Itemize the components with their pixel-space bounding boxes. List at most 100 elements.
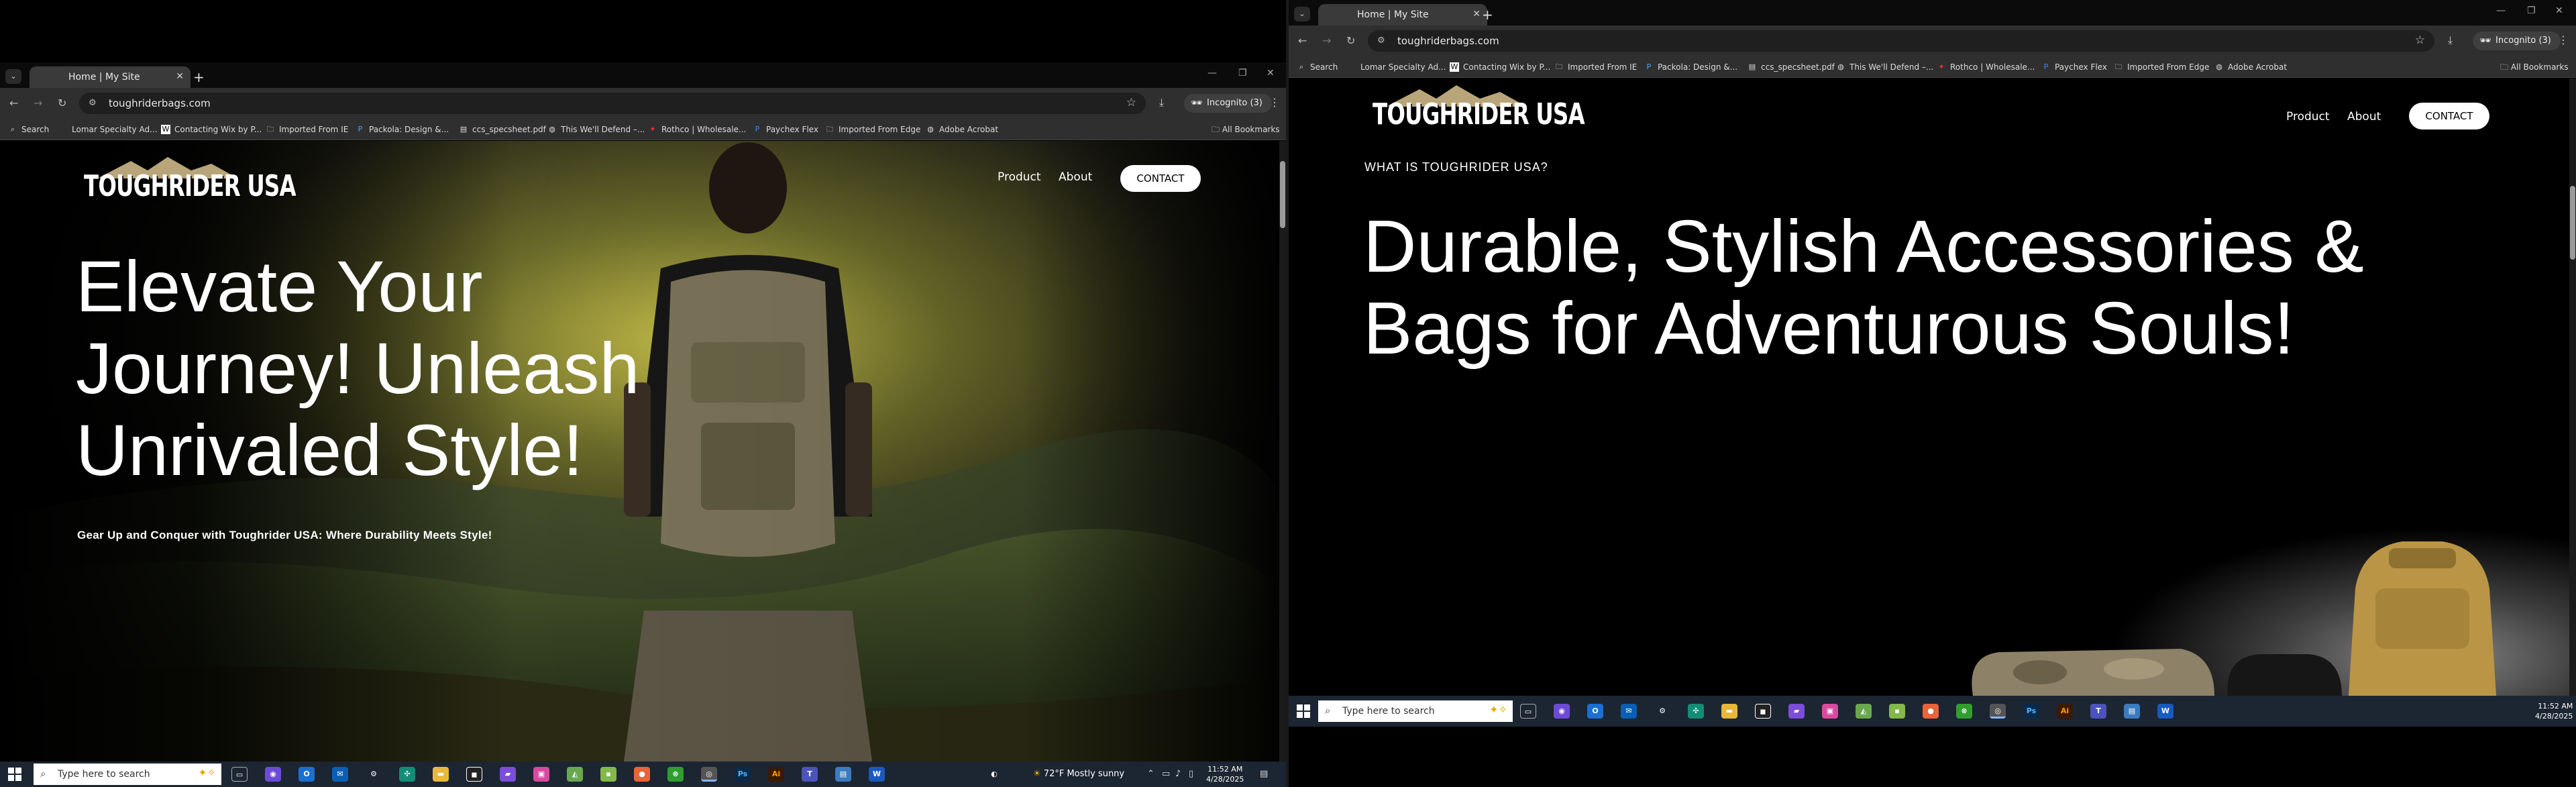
settings-icon[interactable]: ⚙ — [366, 767, 382, 782]
chrome-icon[interactable]: ◎ — [701, 767, 717, 782]
app-icon[interactable]: ✣ — [399, 767, 415, 782]
illustrator-icon[interactable]: Ai — [768, 767, 784, 782]
all-bookmarks[interactable]: 🗀 All Bookmarks — [2500, 61, 2569, 75]
page-scrollbar[interactable] — [1279, 141, 1286, 762]
scrollbar-thumb[interactable] — [1280, 161, 1285, 228]
firefox-icon[interactable]: ● — [634, 767, 650, 782]
incognito-badge[interactable]: 🕶 Incognito (3) — [2473, 32, 2561, 50]
settings-icon[interactable]: ⚙ — [1654, 704, 1670, 719]
bookmark-wix[interactable]: W Contacting Wix by P... — [1450, 61, 1550, 73]
photoshop-icon[interactable]: Ps — [2023, 704, 2039, 719]
forward-button[interactable]: → — [1322, 34, 1331, 47]
bookmark-adobe[interactable]: ◍ Adobe Acrobat — [2214, 61, 2287, 73]
contact-button[interactable]: CONTACT — [1120, 165, 1201, 192]
file-explorer-icon[interactable]: ▬ — [433, 767, 449, 782]
volume-icon[interactable]: ♪ — [1175, 769, 1181, 779]
app-icon[interactable]: ✣ — [1688, 704, 1704, 719]
restore-button[interactable]: ❐ — [1238, 68, 1247, 78]
tray-overflow-icon[interactable]: ⌃ — [1147, 769, 1155, 779]
bookmark-adobe[interactable]: ◍ Adobe Acrobat — [926, 123, 998, 136]
site-info-icon[interactable]: ⚙ — [89, 98, 99, 109]
battery-icon[interactable]: ▯ — [1189, 769, 1193, 779]
bookmark-specsheet[interactable]: ▤ ccs_specsheet.pdf — [1748, 61, 1835, 73]
close-tab-icon[interactable]: ✕ — [176, 71, 184, 82]
illustrator-icon[interactable]: Ai — [2057, 704, 2073, 719]
app-icon[interactable]: ◼ — [1755, 704, 1771, 719]
bookmark-star-icon[interactable]: ☆ — [2415, 34, 2425, 47]
bookmark-packola[interactable]: P Packola: Design &... — [356, 123, 449, 136]
notepad-icon[interactable]: ▤ — [2124, 704, 2140, 719]
taskbar-search-input[interactable]: ⌕ Type here to search ✦✧ — [1318, 700, 1513, 722]
bookmark-search[interactable]: ⌕ Search — [1297, 61, 1338, 73]
windows-start-icon[interactable] — [1297, 704, 1310, 718]
xbox-icon[interactable]: ⊗ — [1956, 704, 1972, 719]
restore-button[interactable]: ❐ — [2527, 5, 2536, 16]
bookmark-paychex[interactable]: P Paychex Flex — [2041, 61, 2107, 73]
photoshop-icon[interactable]: Ps — [735, 767, 751, 782]
incognito-badge[interactable]: 🕶 Incognito (3) — [1184, 94, 1272, 113]
tab-search-button[interactable]: ⌄ — [5, 69, 21, 84]
app-icon[interactable]: ▰ — [500, 767, 516, 782]
app-icon[interactable]: ◐ — [986, 767, 1002, 782]
browser-tab[interactable]: Home | My Site ✕ — [1318, 4, 1487, 25]
teams-icon[interactable]: T — [2090, 704, 2106, 719]
forward-button[interactable]: → — [34, 97, 42, 109]
bookmark-packola[interactable]: P Packola: Design &... — [1644, 61, 1737, 73]
word-icon[interactable]: W — [869, 767, 885, 782]
store-icon[interactable]: ◭ — [1856, 704, 1872, 719]
weather-widget[interactable]: ☀ 72°F Mostly sunny — [1033, 769, 1124, 779]
bookmark-lomar[interactable]: Lomar Specialty Ad... — [1360, 61, 1446, 73]
firefox-icon[interactable]: ● — [1923, 704, 1939, 719]
address-bar[interactable]: ⚙ toughriderbags.com ☆ — [79, 93, 1146, 114]
taskbar-clock[interactable]: 11:52 AM 4/28/2025 — [2535, 701, 2573, 721]
close-window-button[interactable]: ✕ — [1267, 68, 1275, 78]
bookmark-this-well-defend[interactable]: ◍ This We'll Defend –... — [1836, 61, 1933, 73]
nav-product[interactable]: Product — [2286, 110, 2330, 123]
outlook-icon[interactable]: O — [1587, 704, 1603, 719]
chrome-icon[interactable]: ◎ — [1990, 704, 2006, 719]
mail-icon[interactable]: ✉ — [1621, 704, 1637, 719]
download-icon[interactable]: ⤓ — [2448, 34, 2453, 47]
back-button[interactable]: ← — [9, 97, 18, 109]
task-view-icon[interactable]: ▭ — [231, 767, 248, 782]
address-bar[interactable]: ⚙ toughriderbags.com ☆ — [1368, 30, 2434, 52]
bookmark-imported-edge[interactable]: 🗀 Imported From Edge — [825, 123, 921, 136]
reload-button[interactable]: ↻ — [58, 97, 66, 109]
download-icon[interactable]: ⤓ — [1159, 96, 1164, 109]
bookmark-rothco[interactable]: ✦ Rothco | Wholesale... — [1937, 61, 2035, 73]
outlook-icon[interactable]: O — [299, 767, 315, 782]
minimize-button[interactable]: — — [1208, 68, 1217, 78]
browser-tab[interactable]: Home | My Site ✕ — [30, 66, 191, 88]
reload-button[interactable]: ↻ — [1346, 34, 1355, 47]
bookmark-search[interactable]: ⌕ Search — [8, 123, 49, 136]
scrollbar-thumb[interactable] — [2570, 186, 2575, 260]
page-scrollbar[interactable] — [2569, 78, 2576, 696]
teams-icon[interactable]: T — [802, 767, 818, 782]
app-icon[interactable]: ◼ — [466, 767, 482, 782]
nav-product[interactable]: Product — [998, 170, 1041, 184]
back-button[interactable]: ← — [1298, 34, 1307, 47]
copilot-icon[interactable]: ◉ — [265, 767, 281, 782]
bookmark-specsheet[interactable]: ▤ ccs_specsheet.pdf — [459, 123, 546, 136]
bookmark-wix[interactable]: W Contacting Wix by P... — [161, 123, 262, 136]
network-icon[interactable]: ▭ — [1162, 769, 1170, 779]
app-icon[interactable]: ▰ — [1788, 704, 1805, 719]
bookmark-imported-ie[interactable]: 🗀 Imported From IE — [266, 123, 349, 136]
photos-icon[interactable]: ▣ — [1822, 704, 1838, 719]
menu-icon[interactable]: ⋮ — [1269, 96, 1280, 109]
word-icon[interactable]: W — [2157, 704, 2174, 719]
bookmark-lomar[interactable]: Lomar Specialty Ad... — [72, 123, 158, 136]
new-tab-button[interactable]: + — [1482, 7, 1493, 23]
nav-about[interactable]: About — [2347, 110, 2381, 123]
contact-button[interactable]: CONTACT — [2409, 103, 2489, 129]
file-explorer-icon[interactable]: ▬ — [1721, 704, 1737, 719]
minimize-button[interactable]: — — [2496, 5, 2506, 16]
close-tab-icon[interactable]: ✕ — [1472, 9, 1481, 19]
toughrider-logo[interactable]: TOUGHRIDER USA — [84, 156, 297, 209]
copilot-icon[interactable]: ◉ — [1554, 704, 1570, 719]
bookmark-rothco[interactable]: ✦ Rothco | Wholesale... — [648, 123, 746, 136]
taskbar-search-input[interactable]: ⌕ Type here to search ✦✧ — [34, 764, 221, 785]
app-icon[interactable]: ▪ — [1889, 704, 1905, 719]
windows-start-icon[interactable] — [8, 768, 21, 781]
photos-icon[interactable]: ▣ — [533, 767, 549, 782]
